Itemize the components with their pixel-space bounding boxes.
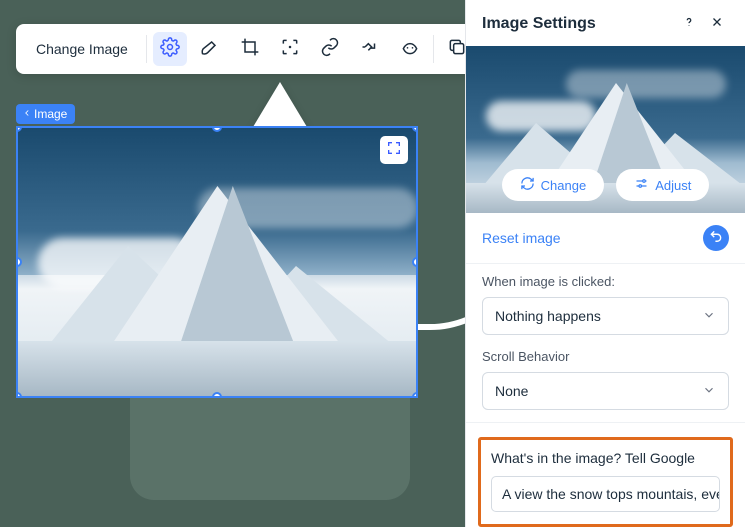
click-behavior-value: Nothing happens: [495, 308, 601, 324]
click-behavior-group: When image is clicked: Nothing happens: [466, 264, 745, 339]
gear-icon: [160, 37, 180, 62]
change-button[interactable]: Change: [502, 169, 605, 201]
selected-image[interactable]: [16, 126, 418, 398]
focal-point-icon: [280, 37, 300, 62]
scroll-behavior-group: Scroll Behavior None: [466, 339, 745, 414]
breadcrumb-image[interactable]: Image: [16, 104, 75, 124]
close-icon: [710, 15, 724, 34]
scroll-behavior-value: None: [495, 383, 528, 399]
resize-handle-rm[interactable]: [412, 257, 418, 267]
reset-row: Reset image: [466, 213, 745, 264]
chevron-left-icon: [22, 107, 32, 121]
alt-text-input[interactable]: A view the snow tops mountais, ever…: [491, 476, 720, 512]
change-button-label: Change: [541, 178, 587, 193]
mask-button[interactable]: [393, 32, 427, 66]
close-panel-button[interactable]: [705, 12, 729, 36]
change-image-button[interactable]: Change Image: [24, 33, 140, 65]
adjust-button-label: Adjust: [655, 178, 691, 193]
resize-handle-br[interactable]: [412, 392, 418, 398]
scroll-behavior-select[interactable]: None: [482, 372, 729, 410]
adjust-button[interactable]: Adjust: [616, 169, 709, 201]
background-triangle: [250, 82, 310, 132]
sliders-icon: [634, 176, 649, 194]
alt-text-value: A view the snow tops mountais, ever…: [502, 486, 720, 502]
brush-icon: [200, 37, 220, 62]
breadcrumb-label: Image: [34, 107, 67, 121]
animation-icon: [360, 37, 380, 62]
resize-handle-bm[interactable]: [212, 392, 222, 398]
click-behavior-label: When image is clicked:: [482, 274, 729, 289]
image-content: [173, 186, 303, 366]
panel-header: Image Settings: [466, 0, 745, 46]
divider: [433, 35, 434, 63]
crop-icon: [240, 37, 260, 62]
link-icon: [320, 37, 340, 62]
reset-image-button[interactable]: [703, 225, 729, 251]
crop-button[interactable]: [233, 32, 267, 66]
click-behavior-select[interactable]: Nothing happens: [482, 297, 729, 335]
image-preview: Change Adjust: [466, 46, 745, 213]
undo-icon: [709, 229, 723, 248]
expand-icon: [386, 140, 402, 161]
divider: [466, 422, 745, 423]
reset-image-link[interactable]: Reset image: [482, 230, 703, 246]
refresh-icon: [520, 176, 535, 194]
alt-text-label: What's in the image? Tell Google: [491, 450, 720, 466]
expand-image-button[interactable]: [380, 136, 408, 164]
help-icon: [682, 15, 696, 34]
scroll-behavior-label: Scroll Behavior: [482, 349, 729, 364]
image-content: [18, 341, 416, 396]
chevron-down-icon: [702, 383, 716, 400]
image-toolbar: Change Image: [16, 24, 482, 74]
alt-text-section: What's in the image? Tell Google A view …: [478, 437, 733, 527]
preview-actions: Change Adjust: [466, 169, 745, 201]
animation-button[interactable]: [353, 32, 387, 66]
link-button[interactable]: [313, 32, 347, 66]
brush-button[interactable]: [193, 32, 227, 66]
divider: [146, 35, 147, 63]
image-settings-panel: Image Settings Change Adjust Reset image: [465, 0, 745, 527]
chevron-down-icon: [702, 308, 716, 325]
mask-icon: [400, 37, 420, 62]
panel-title: Image Settings: [482, 15, 673, 33]
help-button[interactable]: [677, 12, 701, 36]
copy-icon: [447, 37, 467, 62]
settings-button[interactable]: [153, 32, 187, 66]
focal-point-button[interactable]: [273, 32, 307, 66]
